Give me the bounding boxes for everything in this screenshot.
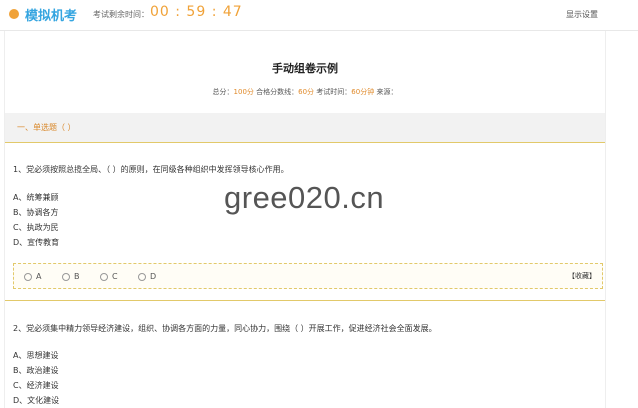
exam-title: 手动组卷示例 xyxy=(272,62,338,75)
exam-info: 总分：100分 合格分数线：60分 考试时间：60分钟 来源： xyxy=(5,87,605,97)
radio-c-icon[interactable] xyxy=(100,272,108,281)
section-header: 一、单选题（ ） xyxy=(5,113,605,143)
radio-b-label: B xyxy=(74,272,80,281)
total-score-value: 100分 xyxy=(233,88,254,96)
radio-d[interactable]: D xyxy=(138,272,156,281)
radio-c[interactable]: C xyxy=(100,272,118,281)
question-1-option-a: A、统筹兼顾 xyxy=(13,193,59,202)
radio-d-label: D xyxy=(150,272,157,281)
section-title: 一、单选题（ ） xyxy=(17,123,76,132)
radio-a[interactable]: A xyxy=(24,272,41,281)
collect-button[interactable]: 【收藏】 xyxy=(568,271,596,281)
question-divider xyxy=(5,300,605,301)
total-score-label: 总分： xyxy=(212,88,234,96)
question-1-option-d: D、宣传教育 xyxy=(13,238,60,247)
question-2-option-b: B、政治建设 xyxy=(13,366,59,375)
exam-time-label: 考试时间： xyxy=(314,88,352,96)
question-1-text: 1、党必须按照总揽全局、（ ）的原则，在同级各种组织中发挥领导核心作用。 xyxy=(13,165,289,174)
source-label: 来源： xyxy=(374,88,398,96)
radio-b[interactable]: B xyxy=(62,272,80,281)
watermark: gree020.cn xyxy=(224,180,385,215)
exam-panel: 手动组卷示例 总分：100分 合格分数线：60分 考试时间：60分钟 来源： 一… xyxy=(4,31,606,408)
question-2-option-a: A、思想建设 xyxy=(13,351,59,360)
radio-c-label: C xyxy=(112,272,118,281)
app-title: 模拟机考 xyxy=(25,9,78,24)
radio-d-icon[interactable] xyxy=(138,272,146,281)
pass-score-value: 60分 xyxy=(298,88,315,96)
question-2-text: 2、党必须集中精力领导经济建设，组织、协调各方面的力量，同心协力，围绕（ ）开展… xyxy=(13,324,437,333)
timer-value: 00 : 59 : 47 xyxy=(150,4,243,20)
radio-b-icon[interactable] xyxy=(62,272,70,281)
answer-box: A B C D 【收藏】 xyxy=(13,263,603,289)
question-1-option-c: C、执政为民 xyxy=(13,223,59,232)
top-bar: 模拟机考 考试剩余时间： 00 : 59 : 47 显示设置 xyxy=(0,0,638,31)
radio-a-label: A xyxy=(36,272,42,281)
question-2-option-c: C、经济建设 xyxy=(13,381,59,390)
exam-time-value: 60分钟 xyxy=(351,88,375,96)
question-1-option-b: B、协调各方 xyxy=(13,208,59,217)
pass-score-label: 合格分数线： xyxy=(253,88,299,96)
logo-icon xyxy=(9,9,19,19)
timer-label: 考试剩余时间： xyxy=(93,10,149,19)
radio-a-icon[interactable] xyxy=(24,272,32,281)
display-settings-link[interactable]: 显示设置 xyxy=(566,9,598,20)
question-2-option-d: D、文化建设 xyxy=(13,396,60,405)
